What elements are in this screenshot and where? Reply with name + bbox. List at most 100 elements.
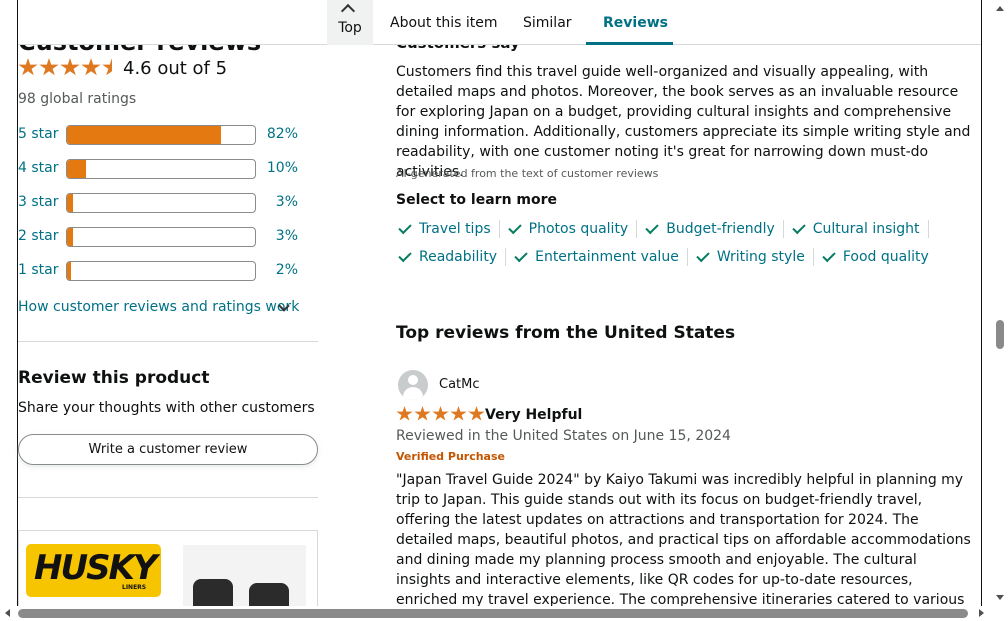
aspect-row: Readability Entertainment value Writing …: [396, 246, 929, 268]
checkmark-icon: [645, 220, 659, 234]
checkmark-icon: [507, 220, 522, 234]
aspect-label[interactable]: Budget-friendly: [666, 221, 775, 237]
star-icon: [414, 406, 431, 421]
aspect-row: Travel tips Photos quality Budget-friend…: [396, 218, 935, 240]
top-reviews-heading: Top reviews from the United States: [396, 323, 736, 343]
back-to-top-button[interactable]: Top: [327, 0, 373, 45]
scroll-up-arrow-icon[interactable]: [996, 6, 1004, 11]
how-reviews-work-link[interactable]: How customer reviews and ratings work: [18, 299, 299, 315]
aspect-label[interactable]: Readability: [419, 249, 497, 265]
aspect-label[interactable]: Cultural insight: [813, 221, 920, 237]
histogram-row-2-star[interactable]: 2 star 3%: [18, 227, 318, 247]
histogram-percent[interactable]: 10%: [267, 160, 298, 176]
separator: [686, 248, 688, 266]
tab-reviews[interactable]: Reviews: [603, 15, 668, 31]
horizontal-scrollbar[interactable]: [0, 606, 1008, 621]
share-thoughts-text: Share your thoughts with other customers: [18, 400, 315, 416]
active-tab-indicator: [586, 42, 673, 45]
aspect-label[interactable]: Entertainment value: [535, 249, 679, 265]
scroll-down-arrow-icon[interactable]: [996, 595, 1004, 600]
aspect-entertainment-value[interactable]: Entertainment value: [512, 248, 694, 266]
histogram-fill: [67, 228, 73, 246]
histogram-fill: [67, 262, 71, 280]
husky-sub-text: LINERS: [122, 584, 147, 591]
histogram-label[interactable]: 4 star: [18, 160, 58, 176]
aspect-photos-quality[interactable]: Photos quality: [506, 220, 644, 238]
checkmark-icon: [514, 248, 528, 262]
histogram-bar[interactable]: [66, 125, 256, 145]
separator: [498, 220, 500, 238]
histogram-label[interactable]: 5 star: [18, 126, 58, 142]
ai-generated-note: AI-generated from the text of customer r…: [396, 167, 659, 180]
histogram-label[interactable]: 1 star: [18, 262, 58, 278]
aspect-food-quality[interactable]: Food quality: [820, 248, 929, 265]
histogram-row-5-star[interactable]: 5 star 82%: [18, 125, 318, 145]
star-icon: [468, 406, 485, 421]
histogram-bar[interactable]: [66, 159, 256, 179]
avatar[interactable]: [398, 370, 428, 400]
aspect-label[interactable]: Writing style: [717, 249, 805, 265]
floor-mat-image[interactable]: [183, 545, 306, 611]
histogram-fill: [67, 126, 222, 144]
scroll-right-arrow-icon[interactable]: [979, 609, 984, 617]
verified-purchase-badge[interactable]: Verified Purchase: [396, 450, 505, 463]
aspect-label[interactable]: Photos quality: [529, 221, 629, 237]
section-tab-bar: Top About this item Similar Reviews: [18, 0, 981, 45]
average-rating-text: 4.6 out of 5: [123, 58, 228, 79]
histogram-bar[interactable]: [66, 193, 256, 213]
husky-logo[interactable]: HUSKY LINERS: [26, 544, 161, 597]
reviewer-name[interactable]: CatMc: [439, 377, 480, 392]
star-icon: [81, 58, 101, 76]
checkmark-icon: [696, 248, 710, 262]
star-icon: [60, 58, 80, 76]
histogram-percent[interactable]: 82%: [267, 126, 298, 142]
histogram-fill: [67, 160, 86, 178]
aspect-readability[interactable]: Readability: [396, 248, 512, 266]
top-label[interactable]: Top: [327, 20, 373, 36]
star-icon: [18, 58, 38, 76]
histogram-label[interactable]: 3 star: [18, 194, 58, 210]
histogram-row-1-star[interactable]: 1 star 2%: [18, 261, 318, 281]
aspect-cultural-insight[interactable]: Cultural insight: [790, 220, 935, 238]
histogram-percent[interactable]: 2%: [276, 262, 298, 278]
right-frame-border: [981, 0, 982, 606]
customers-say-summary: Customers find this travel guide well-or…: [396, 64, 971, 180]
vertical-scroll-thumb[interactable]: [996, 320, 1004, 349]
aspect-writing-style[interactable]: Writing style: [694, 248, 820, 266]
review-product-heading: Review this product: [18, 368, 210, 388]
histogram-row-4-star[interactable]: 4 star 10%: [18, 159, 318, 179]
checkmark-icon: [792, 220, 806, 234]
horizontal-scroll-thumb[interactable]: [18, 609, 968, 618]
histogram-label[interactable]: 2 star: [18, 228, 58, 244]
review-date: Reviewed in the United States on June 15…: [396, 428, 731, 444]
aspect-label[interactable]: Food quality: [843, 249, 929, 265]
separator: [505, 248, 507, 266]
checkmark-icon: [398, 220, 412, 234]
global-ratings-count: 98 global ratings: [18, 91, 137, 107]
write-review-button[interactable]: Write a customer review: [18, 434, 318, 465]
aspect-travel-tips[interactable]: Travel tips: [396, 220, 506, 238]
review-stars[interactable]: [396, 406, 485, 422]
histogram-row-3-star[interactable]: 3 star 3%: [18, 193, 318, 213]
avatar-body: [403, 387, 423, 400]
review-title[interactable]: Very Helpful: [485, 407, 582, 423]
sponsored-ad[interactable]: HUSKY LINERS: [18, 530, 318, 611]
star-icon: [396, 406, 413, 421]
histogram-percent[interactable]: 3%: [276, 228, 298, 244]
half-star-icon: [102, 58, 122, 76]
aspect-budget-friendly[interactable]: Budget-friendly: [643, 220, 790, 238]
husky-brand-text: HUSKY: [34, 548, 158, 588]
histogram-bar[interactable]: [66, 261, 256, 281]
aspect-label[interactable]: Travel tips: [419, 221, 491, 237]
review-body: "Japan Travel Guide 2024" by Kaiyo Takum…: [396, 472, 971, 621]
histogram-percent[interactable]: 3%: [276, 194, 298, 210]
histogram-fill: [67, 194, 73, 212]
vertical-scrollbar[interactable]: [992, 0, 1008, 606]
tab-about-this-item[interactable]: About this item: [390, 15, 497, 31]
checkmark-icon: [822, 248, 836, 262]
average-rating-stars: [18, 58, 122, 77]
histogram-bar[interactable]: [66, 227, 256, 247]
scroll-left-arrow-icon[interactable]: [5, 609, 10, 617]
tab-similar[interactable]: Similar: [523, 15, 572, 31]
separator: [782, 220, 784, 238]
